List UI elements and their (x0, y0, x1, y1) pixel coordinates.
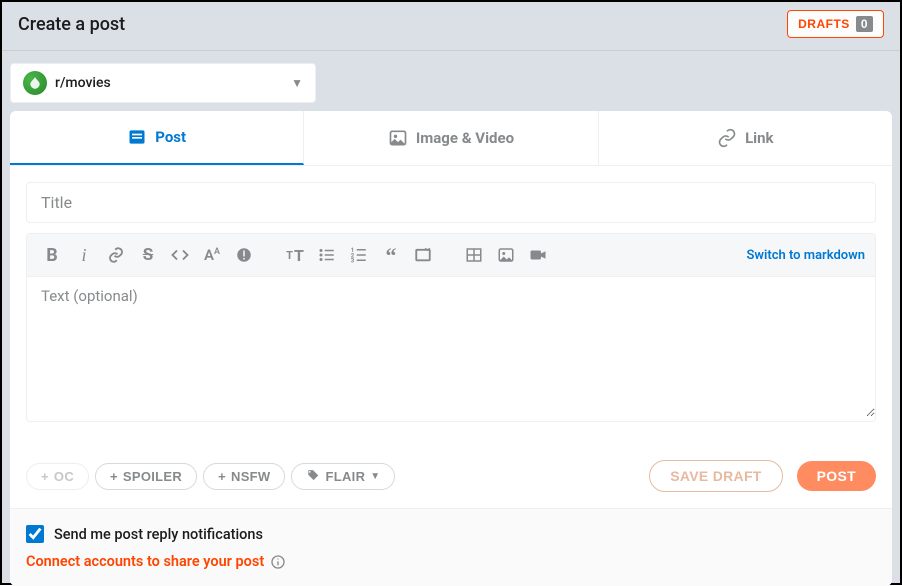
oc-tag-button[interactable]: + OC (26, 463, 89, 490)
link-icon (717, 128, 737, 148)
heading-icon[interactable]: TT (280, 240, 310, 270)
plus-icon: + (41, 469, 49, 484)
tab-link-label: Link (745, 129, 774, 147)
post-card: Post Image & Video Link B i S AA (10, 111, 892, 586)
tab-image-video[interactable]: Image & Video (304, 111, 598, 165)
rich-text-editor: B i S AA TT 123 “ Sw (26, 233, 876, 422)
table-icon[interactable] (459, 240, 489, 270)
community-row: r/movies ▼ (2, 51, 900, 111)
toolbar-separator (269, 245, 270, 265)
plus-icon: + (110, 469, 118, 484)
card-footer: Send me post reply notifications Connect… (10, 509, 892, 586)
tab-image-label: Image & Video (416, 129, 514, 147)
flair-label: FLAIR (325, 469, 365, 484)
connect-row: Connect accounts to share your post (26, 553, 876, 570)
video-tool-icon[interactable] (523, 240, 553, 270)
page-title: Create a post (18, 14, 125, 35)
nsfw-tag-button[interactable]: + NSFW (203, 463, 285, 490)
italic-icon[interactable]: i (69, 240, 99, 270)
connect-accounts-link[interactable]: Connect accounts to share your post (26, 553, 264, 570)
oc-label: OC (54, 469, 74, 484)
bullet-list-icon[interactable] (312, 240, 342, 270)
strikethrough-icon[interactable]: S (133, 240, 163, 270)
quote-icon[interactable]: “ (376, 240, 406, 270)
tab-post[interactable]: Post (10, 111, 304, 165)
spoiler-label: SPOILER (123, 469, 182, 484)
flair-tag-button[interactable]: FLAIR ▼ (291, 463, 395, 490)
post-button[interactable]: POST (797, 461, 876, 491)
spoiler-tag-button[interactable]: + SPOILER (95, 463, 197, 490)
notify-checkbox[interactable] (26, 525, 44, 543)
notify-checkbox-row[interactable]: Send me post reply notifications (26, 525, 876, 543)
tag-icon (306, 469, 320, 483)
tab-link[interactable]: Link (599, 111, 892, 165)
drafts-button[interactable]: DRAFTS 0 (787, 10, 884, 38)
spoiler-tool-icon[interactable] (229, 240, 259, 270)
header: Create a post DRAFTS 0 (2, 2, 900, 51)
switch-markdown-link[interactable]: Switch to markdown (746, 248, 865, 263)
image-tool-icon[interactable] (491, 240, 521, 270)
community-selector[interactable]: r/movies ▼ (10, 63, 316, 103)
title-input[interactable] (26, 182, 876, 223)
community-name: r/movies (55, 75, 283, 91)
number-list-icon[interactable]: 123 (344, 240, 374, 270)
post-type-tabs: Post Image & Video Link (10, 111, 892, 166)
notify-label: Send me post reply notifications (54, 526, 263, 543)
svg-text:3: 3 (351, 258, 355, 265)
save-draft-button[interactable]: SAVE DRAFT (649, 460, 782, 492)
chevron-down-icon: ▼ (370, 471, 380, 482)
editor-body: B i S AA TT 123 “ Sw (10, 166, 892, 438)
tag-actions-row: + OC + SPOILER + NSFW FLAIR ▼ SAVE DRAFT… (10, 438, 892, 502)
drafts-label: DRAFTS (798, 17, 850, 31)
bold-icon[interactable]: B (37, 240, 67, 270)
body-textarea[interactable] (27, 277, 875, 417)
superscript-icon[interactable]: AA (197, 240, 227, 270)
code-block-icon[interactable] (408, 240, 438, 270)
inline-code-icon[interactable] (165, 240, 195, 270)
link-tool-icon[interactable] (101, 240, 131, 270)
tab-post-label: Post (155, 128, 186, 146)
plus-icon: + (218, 469, 226, 484)
community-avatar-icon (23, 71, 47, 95)
toolbar-separator (448, 245, 449, 265)
image-icon (388, 128, 408, 148)
nsfw-label: NSFW (231, 469, 270, 484)
chevron-down-icon: ▼ (291, 76, 303, 90)
post-icon (127, 127, 147, 147)
info-icon[interactable] (270, 554, 286, 570)
editor-toolbar: B i S AA TT 123 “ Sw (27, 234, 875, 277)
drafts-count-badge: 0 (856, 16, 873, 32)
create-post-page: Create a post DRAFTS 0 r/movies ▼ Post I… (0, 0, 902, 585)
